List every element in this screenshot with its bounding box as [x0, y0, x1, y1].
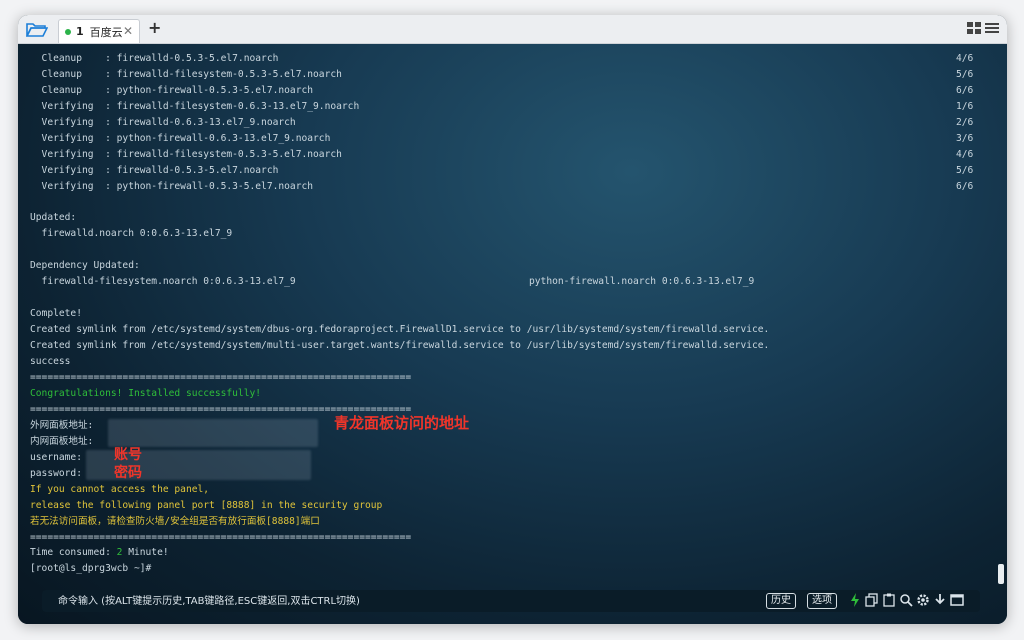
dependency-label: Dependency Updated: — [30, 260, 140, 271]
output-line: Verifying : firewalld-0.6.3-13.el7_9.noa… — [30, 117, 296, 128]
password-label: password: — [30, 468, 82, 479]
menu-icon[interactable] — [985, 22, 999, 34]
terminal-window: 1 百度云 ✕ + Cleanup : firewalld-0.5.3-5.el… — [18, 15, 1007, 624]
tab-title: 百度云 — [89, 25, 123, 39]
updated-package: firewalld.noarch 0:0.6.3-13.el7_9 — [30, 228, 233, 239]
history-button[interactable]: 历史 — [766, 593, 796, 609]
congrats-text: Congratulations! Installed successfully! — [30, 388, 262, 399]
symlink-line: Created symlink from /etc/systemd/system… — [30, 340, 770, 351]
tab-number: 1 — [76, 25, 84, 38]
annotation-password: 密码 — [114, 465, 142, 481]
inner-address-label: 内网面板地址: — [30, 436, 94, 447]
close-icon[interactable]: ✕ — [123, 24, 133, 38]
output-line: Verifying : firewalld-filesystem-0.6.3-1… — [30, 101, 360, 112]
shell-prompt[interactable]: [root@ls_dprg3wcb ~]# — [30, 561, 151, 577]
output-line: Verifying : python-firewall-0.5.3-5.el7.… — [30, 181, 314, 192]
time-prefix: Time consumed: — [30, 547, 117, 558]
copy-icon[interactable] — [865, 593, 879, 607]
output-line: Cleanup : firewalld-filesystem-0.5.3-5.e… — [30, 69, 342, 80]
paste-icon[interactable] — [882, 593, 896, 607]
grid-layout-icon[interactable] — [967, 22, 981, 34]
output-line: Cleanup : python-firewall-0.5.3-5.el7.no… — [30, 85, 314, 96]
tab-bar: 1 百度云 ✕ + — [18, 15, 1007, 44]
terminal-output[interactable]: Cleanup : firewalld-0.5.3-5.el7.noarch C… — [18, 44, 1007, 624]
updated-label: Updated: — [30, 212, 77, 223]
warning-line: release the following panel port [8888] … — [30, 500, 383, 511]
window-icon[interactable] — [950, 593, 964, 607]
redacted-address — [108, 419, 318, 447]
output-line: Cleanup : firewalld-0.5.3-5.el7.noarch — [30, 53, 279, 64]
annotation-panel-address: 青龙面板访问的地址 — [334, 414, 470, 432]
connected-dot-icon — [65, 28, 71, 35]
progress-counter: 1/6 — [956, 101, 974, 112]
output-line: Verifying : python-firewall-0.6.3-13.el7… — [30, 133, 331, 144]
outer-address-label: 外网面板地址: — [30, 420, 94, 431]
dependency-package: python-firewall.noarch 0:0.6.3-13.el7_9 — [529, 276, 755, 287]
progress-counter: 3/6 — [956, 133, 974, 144]
symlink-line: Created symlink from /etc/systemd/system… — [30, 324, 770, 335]
search-icon[interactable] — [899, 593, 913, 607]
progress-counter: 2/6 — [956, 117, 974, 128]
dependency-package: firewalld-filesystem.noarch 0:0.6.3-13.e… — [30, 276, 296, 287]
separator: ========================================… — [30, 372, 412, 383]
options-button[interactable]: 选项 — [807, 593, 837, 609]
progress-counter: 5/6 — [956, 69, 974, 80]
username-label: username: — [30, 452, 82, 463]
success-text: success — [30, 356, 71, 367]
complete-text: Complete! — [30, 308, 82, 319]
progress-counter: 4/6 — [956, 53, 974, 64]
gear-icon[interactable] — [916, 593, 930, 607]
scrollbar-thumb[interactable] — [998, 564, 1004, 584]
lightning-icon[interactable] — [848, 593, 862, 607]
warning-line: If you cannot access the panel, — [30, 484, 210, 495]
tab-session[interactable]: 1 百度云 ✕ — [58, 19, 140, 43]
progress-counter: 6/6 — [956, 181, 974, 192]
warning-line: 若无法访问面板，请检查防火墙/安全组是否有放行面板[8888]端口 — [30, 516, 320, 527]
output-line: Verifying : firewalld-0.5.3-5.el7.noarch — [30, 165, 279, 176]
output-line: Verifying : firewalld-filesystem-0.5.3-5… — [30, 149, 342, 160]
add-tab-icon[interactable]: + — [148, 18, 161, 37]
time-suffix: Minute! — [122, 547, 169, 558]
annotation-account: 账号 — [114, 447, 142, 463]
time-consumed: Time consumed: 2 Minute! — [30, 545, 169, 561]
command-input-bar[interactable]: 命令输入 (按ALT键提示历史,TAB键路径,ESC键返回,双击CTRL切换) … — [42, 590, 980, 612]
progress-counter: 6/6 — [956, 85, 974, 96]
download-icon[interactable] — [933, 593, 947, 607]
separator: ========================================… — [30, 532, 412, 543]
command-input-hint[interactable]: 命令输入 (按ALT键提示历史,TAB键路径,ESC键返回,双击CTRL切换) — [58, 594, 360, 610]
folder-open-icon[interactable] — [26, 21, 48, 37]
progress-counter: 4/6 — [956, 149, 974, 160]
progress-counter: 5/6 — [956, 165, 974, 176]
